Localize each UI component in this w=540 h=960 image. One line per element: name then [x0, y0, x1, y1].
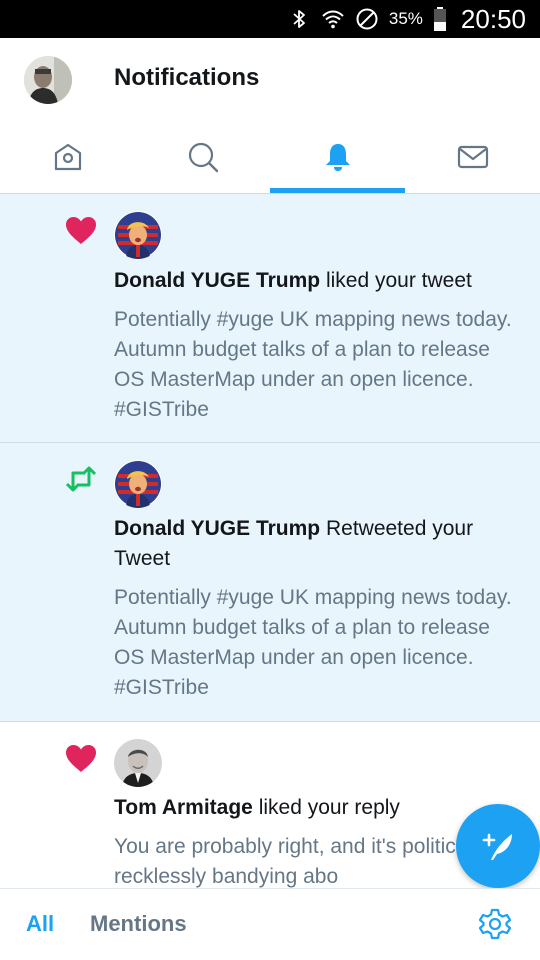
home-icon [54, 143, 81, 170]
search-icon [188, 142, 218, 172]
notification-text: Donald YUGE Trump Retweeted your Tweet [114, 514, 520, 574]
app-header: Notifications [0, 38, 540, 120]
bell-icon [325, 143, 350, 171]
notifications-feed[interactable]: Donald YUGE Trump liked your tweet Poten… [0, 194, 540, 888]
retweet-icon [65, 466, 97, 492]
do-not-disturb-icon [356, 8, 378, 30]
trump-avatar-image [114, 460, 162, 508]
page-title: Notifications [114, 64, 260, 91]
gear-icon[interactable] [478, 907, 512, 941]
profile-avatar[interactable] [24, 56, 72, 104]
notifications-filter-bar: All Mentions [0, 888, 540, 960]
profile-avatar-image [24, 56, 72, 104]
active-tab-indicator [270, 188, 405, 193]
action-text: liked your reply [252, 796, 400, 819]
notification-text: Tom Armitage liked your reply [114, 793, 520, 823]
notification-item[interactable]: Donald YUGE Trump liked your tweet Poten… [0, 194, 540, 443]
clock: 20:50 [460, 3, 526, 34]
heart-icon [66, 745, 96, 772]
tweet-text: Potentially #yuge UK mapping news today.… [114, 586, 512, 699]
actor-name[interactable]: Donald YUGE Trump [114, 269, 320, 292]
status-bar: 35% 20:50 [0, 0, 540, 38]
compose-tweet-icon [482, 833, 512, 860]
action-text: liked your tweet [320, 269, 472, 292]
tab-home[interactable] [0, 120, 135, 193]
actor-name[interactable]: Donald YUGE Trump [114, 517, 320, 540]
notification-item[interactable]: Donald YUGE Trump Retweeted your Tweet P… [0, 443, 540, 722]
mail-icon [457, 145, 488, 168]
avatar[interactable] [114, 739, 162, 787]
battery-icon [433, 7, 446, 31]
tab-search[interactable] [135, 120, 270, 193]
actor-name[interactable]: Tom Armitage [114, 796, 253, 819]
trump-avatar-image [114, 211, 162, 259]
tom-armitage-avatar-image [114, 739, 162, 787]
tab-notifications[interactable] [270, 120, 405, 193]
avatar[interactable] [114, 211, 162, 259]
wifi-icon [322, 10, 344, 29]
filter-all-tab[interactable]: All [26, 911, 54, 937]
battery-percent: 35% [388, 9, 423, 28]
bluetooth-icon [293, 10, 305, 28]
compose-tweet-button[interactable] [456, 804, 540, 888]
notification-text: Donald YUGE Trump liked your tweet [114, 266, 520, 296]
tab-messages[interactable] [405, 120, 540, 193]
avatar[interactable] [114, 460, 162, 508]
filter-mentions-tab[interactable]: Mentions [90, 911, 187, 937]
heart-icon [66, 217, 96, 244]
tab-bar [0, 120, 540, 194]
tweet-text: Potentially #yuge UK mapping news today.… [114, 308, 512, 421]
